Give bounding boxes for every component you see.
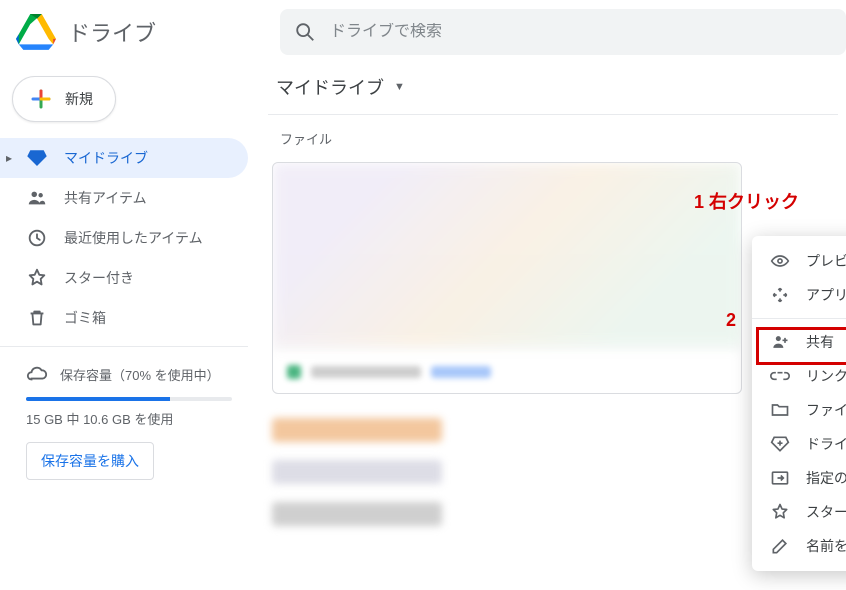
caret-right-icon: ▸ (6, 151, 12, 165)
ctx-move-to[interactable]: 指定の場所へ移動 (752, 461, 846, 495)
ctx-get-link[interactable]: リンクを取得 (752, 359, 846, 393)
top-bar: ドライブ (0, 0, 846, 64)
thumbnail-footer (273, 347, 741, 394)
new-button-label: 新規 (65, 89, 93, 109)
plus-icon (29, 87, 53, 111)
brand: ドライブ (0, 14, 280, 50)
context-menu: プレビュー アプリで開く › 共有 リンクを取得 ファイルの場所を表示 (752, 236, 846, 571)
sidebar-item-label: 共有アイテム (64, 188, 147, 208)
ctx-label: アプリで開く (806, 285, 846, 305)
ctx-open-with[interactable]: アプリで開く › (752, 278, 846, 312)
sidebar-item-label: スター付き (64, 268, 134, 288)
ctx-add-star[interactable]: スターを追加 (752, 495, 846, 529)
ctx-label: プレビュー (806, 251, 846, 271)
list-item[interactable] (272, 418, 442, 442)
buy-storage-button[interactable]: 保存容量を購入 (26, 442, 154, 480)
shared-icon (26, 187, 48, 209)
divider (752, 318, 846, 319)
section-label: ファイル (268, 115, 846, 162)
new-button[interactable]: 新規 (12, 76, 116, 122)
list-item[interactable] (272, 502, 442, 526)
ctx-label: 名前を変更 (806, 536, 846, 556)
file-thumbnail[interactable] (272, 162, 742, 394)
sidebar: 新規 ▸ マイドライブ 共有アイテム 最近使用したアイテム (0, 64, 256, 590)
sidebar-item-recent[interactable]: 最近使用したアイテム (0, 218, 248, 258)
sidebar-item-starred[interactable]: スター付き (0, 258, 248, 298)
chevron-down-icon: ▼ (394, 81, 405, 93)
main-pane: マイドライブ ▼ ファイル 1 右クリック 2 プレビュー (256, 64, 846, 590)
move-icon (770, 468, 790, 488)
search-icon (294, 21, 316, 43)
person-add-icon (770, 332, 790, 352)
thumbnail-preview (273, 163, 741, 347)
folder-icon (770, 400, 790, 420)
ctx-label: ドライブにショートカットを追加 (806, 434, 846, 454)
link-icon (770, 366, 790, 386)
list-item[interactable] (272, 460, 442, 484)
breadcrumb[interactable]: マイドライブ ▼ (268, 64, 846, 114)
search-input[interactable] (330, 23, 832, 41)
ctx-add-shortcut[interactable]: ドライブにショートカットを追加 ? (752, 427, 846, 461)
rename-icon (770, 536, 790, 556)
cloud-icon (26, 363, 48, 385)
open-with-icon (770, 285, 790, 305)
storage-label: 保存容量（70% を使用中） (60, 365, 220, 384)
ctx-label: スターを追加 (806, 502, 846, 522)
ctx-show-location[interactable]: ファイルの場所を表示 (752, 393, 846, 427)
layout: 新規 ▸ マイドライブ 共有アイテム 最近使用したアイテム (0, 64, 846, 590)
sidebar-item-label: マイドライブ (64, 148, 148, 168)
clock-icon (26, 227, 48, 249)
star-icon (26, 267, 48, 289)
ctx-label: ファイルの場所を表示 (806, 400, 846, 420)
nav: ▸ マイドライブ 共有アイテム 最近使用したアイテム (0, 138, 248, 338)
drive-logo-icon (16, 14, 56, 50)
trash-icon (26, 307, 48, 329)
ctx-rename[interactable]: 名前を変更 (752, 529, 846, 563)
breadcrumb-label: マイドライブ (276, 74, 384, 100)
divider (0, 346, 248, 347)
sidebar-item-shared[interactable]: 共有アイテム (0, 178, 248, 218)
shortcut-icon (770, 434, 790, 454)
storage-section: 保存容量（70% を使用中） 15 GB 中 10.6 GB を使用 保存容量を… (0, 363, 248, 480)
sidebar-item-mydrive[interactable]: ▸ マイドライブ (0, 138, 248, 178)
ctx-preview[interactable]: プレビュー (752, 244, 846, 278)
sidebar-item-label: 最近使用したアイテム (64, 228, 203, 248)
ctx-label: 指定の場所へ移動 (806, 468, 846, 488)
sidebar-item-label: ゴミ箱 (64, 308, 106, 328)
ctx-label: リンクを取得 (806, 366, 846, 386)
ctx-share[interactable]: 共有 (752, 325, 846, 359)
storage-bar-fill (26, 397, 170, 401)
storage-bar (26, 397, 232, 401)
mydrive-icon (26, 147, 48, 169)
sidebar-item-trash[interactable]: ゴミ箱 (0, 298, 248, 338)
storage-usage-text: 15 GB 中 10.6 GB を使用 (26, 409, 232, 428)
app-name: ドライブ (68, 16, 156, 48)
ctx-label: 共有 (806, 332, 834, 352)
search-bar[interactable] (280, 9, 846, 55)
star-icon (770, 502, 790, 522)
eye-icon (770, 251, 790, 271)
